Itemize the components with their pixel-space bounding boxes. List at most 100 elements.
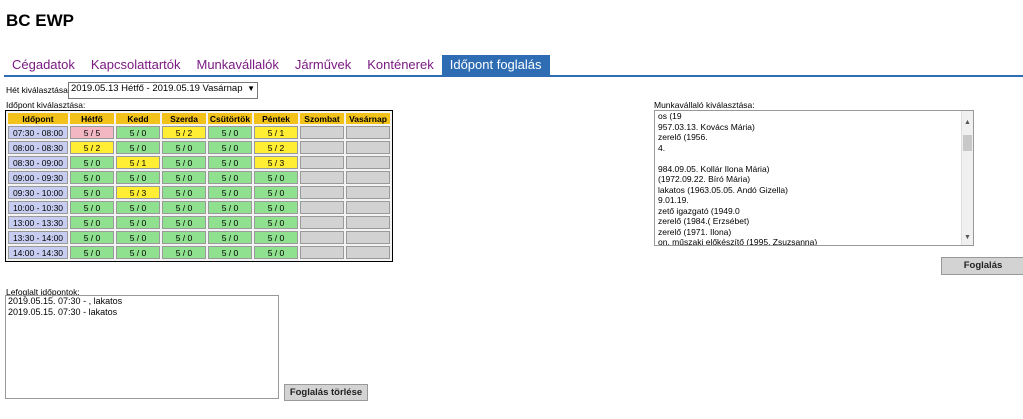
tab-4[interactable]: Konténerek — [359, 55, 442, 75]
time-slot-cell[interactable]: 5 / 0 — [162, 231, 206, 244]
time-slot-cell — [346, 231, 390, 244]
time-slot-cell[interactable]: 5 / 0 — [116, 216, 160, 229]
time-slot-cell[interactable]: 5 / 0 — [116, 246, 160, 259]
time-slot-cell[interactable]: 5 / 3 — [254, 156, 298, 169]
scrollbar-thumb[interactable] — [963, 135, 972, 151]
tab-1[interactable]: Kapcsolattartók — [83, 55, 189, 75]
time-slot-cell[interactable]: 5 / 0 — [70, 216, 114, 229]
grid-header-cell: Kedd — [116, 113, 160, 124]
time-slot-cell[interactable]: 5 / 3 — [116, 186, 160, 199]
time-slot-cell[interactable]: 5 / 2 — [70, 141, 114, 154]
time-slot-cell — [346, 156, 390, 169]
time-slot-cell[interactable]: 5 / 0 — [116, 231, 160, 244]
time-slot-cell[interactable]: 5 / 1 — [116, 156, 160, 169]
time-slot-cell — [346, 186, 390, 199]
time-slot-cell[interactable]: 5 / 0 — [116, 141, 160, 154]
tab-3[interactable]: Járművek — [287, 55, 359, 75]
time-slot-cell[interactable]: 5 / 0 — [208, 246, 252, 259]
time-slot-cell[interactable]: 5 / 0 — [162, 171, 206, 184]
time-slot-cell[interactable]: 5 / 0 — [254, 231, 298, 244]
time-slot-cell[interactable]: 5 / 0 — [208, 186, 252, 199]
scroll-up-icon[interactable]: ▲ — [962, 119, 973, 126]
time-slot-cell[interactable]: 5 / 5 — [70, 126, 114, 139]
time-slot-cell[interactable]: 5 / 1 — [254, 126, 298, 139]
time-slot-cell[interactable]: 5 / 2 — [254, 141, 298, 154]
time-slot-cell[interactable]: 5 / 0 — [162, 141, 206, 154]
time-slot-cell[interactable]: 5 / 0 — [254, 171, 298, 184]
booked-listbox[interactable]: 2019.05.15. 07:30 - , lakatos 2019.05.15.… — [5, 295, 279, 399]
time-slot-cell[interactable]: 5 / 0 — [70, 231, 114, 244]
employee-option[interactable]: 4. — [655, 143, 963, 154]
time-slot-cell[interactable]: 5 / 0 — [70, 201, 114, 214]
week-select-value: 2019.05.13 Hétfő - 2019.05.19 Vasárnap — [71, 83, 243, 94]
employee-option[interactable]: 9.01.19. — [655, 195, 963, 206]
time-slot-cell[interactable]: 5 / 0 — [254, 246, 298, 259]
tab-0[interactable]: Cégadatok — [4, 55, 83, 75]
time-slot-row: 08:30 - 09:00 5 / 05 / 15 / 05 / 05 / 3 — [8, 156, 390, 169]
time-slot-cell[interactable]: 5 / 0 — [116, 126, 160, 139]
time-slot-cell[interactable]: 5 / 0 — [162, 246, 206, 259]
time-slot-cell[interactable]: 5 / 0 — [208, 201, 252, 214]
employee-list-scrollbar[interactable]: ▲ ▼ — [961, 111, 973, 245]
time-slot-cell[interactable]: 5 / 0 — [254, 216, 298, 229]
time-slot-cell — [300, 186, 344, 199]
time-slot-cell[interactable]: 5 / 0 — [208, 156, 252, 169]
tab-2[interactable]: Munkavállalók — [189, 55, 287, 75]
time-slot-cell — [346, 126, 390, 139]
employee-option[interactable]: zerelő (1971. Ilona) — [655, 227, 963, 238]
time-slot-row: 07:30 - 08:00 5 / 55 / 05 / 25 / 05 / 1 — [8, 126, 390, 139]
time-slot-cell[interactable]: 5 / 0 — [208, 171, 252, 184]
time-slot-cell[interactable]: 5 / 0 — [116, 171, 160, 184]
employee-option[interactable]: zerelő (1984.( Erzsébet) — [655, 216, 963, 227]
time-slot-cell[interactable]: 5 / 2 — [162, 126, 206, 139]
time-slot-cell — [346, 171, 390, 184]
time-slot-label: 14:00 - 14:30 — [8, 246, 68, 259]
employee-option[interactable]: 957.03.13. Kovács Mária) — [655, 122, 963, 133]
grid-header-cell: Vasárnap — [346, 113, 390, 124]
employee-option[interactable]: zerelő (1956. — [655, 132, 963, 143]
booked-item[interactable]: 2019.05.15. 07:30 - lakatos — [6, 307, 278, 318]
tab-5[interactable]: Időpont foglalás — [441, 55, 550, 75]
time-slot-cell[interactable]: 5 / 0 — [70, 171, 114, 184]
time-slot-row: 09:00 - 09:30 5 / 05 / 05 / 05 / 05 / 0 — [8, 171, 390, 184]
time-slot-cell[interactable]: 5 / 0 — [162, 216, 206, 229]
week-select-label: Hét kiválasztása: — [6, 85, 71, 95]
grid-header-cell: Időpont — [8, 113, 68, 124]
page-title: BC EWP — [6, 11, 74, 30]
time-slot-cell[interactable]: 5 / 0 — [70, 156, 114, 169]
employee-option[interactable]: on, műszaki előkészítő (1995. Zsuzsanna) — [655, 237, 963, 245]
time-slot-cell[interactable]: 5 / 0 — [208, 126, 252, 139]
time-slot-cell[interactable]: 5 / 0 — [208, 216, 252, 229]
grid-header-cell: Csütörtök — [208, 113, 252, 124]
delete-booking-button[interactable]: Foglalás törlése — [284, 384, 368, 401]
time-slot-row: 14:00 - 14:30 5 / 05 / 05 / 05 / 05 / 0 — [8, 246, 390, 259]
employee-select-label: Munkavállaló kiválasztása: — [654, 100, 755, 110]
time-slot-cell[interactable]: 5 / 0 — [254, 186, 298, 199]
time-slot-cell[interactable]: 5 / 0 — [162, 201, 206, 214]
time-slot-row: 10:00 - 10:30 5 / 05 / 05 / 05 / 05 / 0 — [8, 201, 390, 214]
time-slot-cell — [346, 201, 390, 214]
employee-option[interactable]: (1972.09.22. Bíró Mária) — [655, 174, 963, 185]
employee-option[interactable] — [655, 153, 963, 164]
scroll-down-icon[interactable]: ▼ — [962, 234, 973, 241]
time-slot-cell[interactable]: 5 / 0 — [254, 201, 298, 214]
time-slot-cell[interactable]: 5 / 0 — [162, 156, 206, 169]
employee-option[interactable]: 984.09.05. Kollár Ilona Mária) — [655, 164, 963, 175]
time-slot-cell — [300, 126, 344, 139]
time-slot-cell[interactable]: 5 / 0 — [208, 141, 252, 154]
employee-option[interactable]: os (19 — [655, 111, 963, 122]
employee-listbox[interactable]: os (19 957.03.13. Kovács Mária) zerelő (19… — [654, 110, 974, 246]
time-slot-cell — [300, 171, 344, 184]
time-slot-cell[interactable]: 5 / 0 — [162, 186, 206, 199]
employee-option[interactable]: lakatos (1963.05.05. Andó Gizella) — [655, 185, 963, 196]
booked-item[interactable]: 2019.05.15. 07:30 - , lakatos — [6, 296, 278, 307]
week-select[interactable]: 2019.05.13 Hétfő - 2019.05.19 Vasárnap ▼ — [68, 82, 258, 99]
time-slot-cell[interactable]: 5 / 0 — [116, 201, 160, 214]
time-slot-row: 13:00 - 13:30 5 / 05 / 05 / 05 / 05 / 0 — [8, 216, 390, 229]
time-slot-cell[interactable]: 5 / 0 — [70, 246, 114, 259]
book-button[interactable]: Foglalás — [941, 257, 1023, 275]
employee-option[interactable]: zető igazgató (1949.0 — [655, 206, 963, 217]
time-slot-cell[interactable]: 5 / 0 — [70, 186, 114, 199]
time-slot-label: 10:00 - 10:30 — [8, 201, 68, 214]
time-slot-cell[interactable]: 5 / 0 — [208, 231, 252, 244]
